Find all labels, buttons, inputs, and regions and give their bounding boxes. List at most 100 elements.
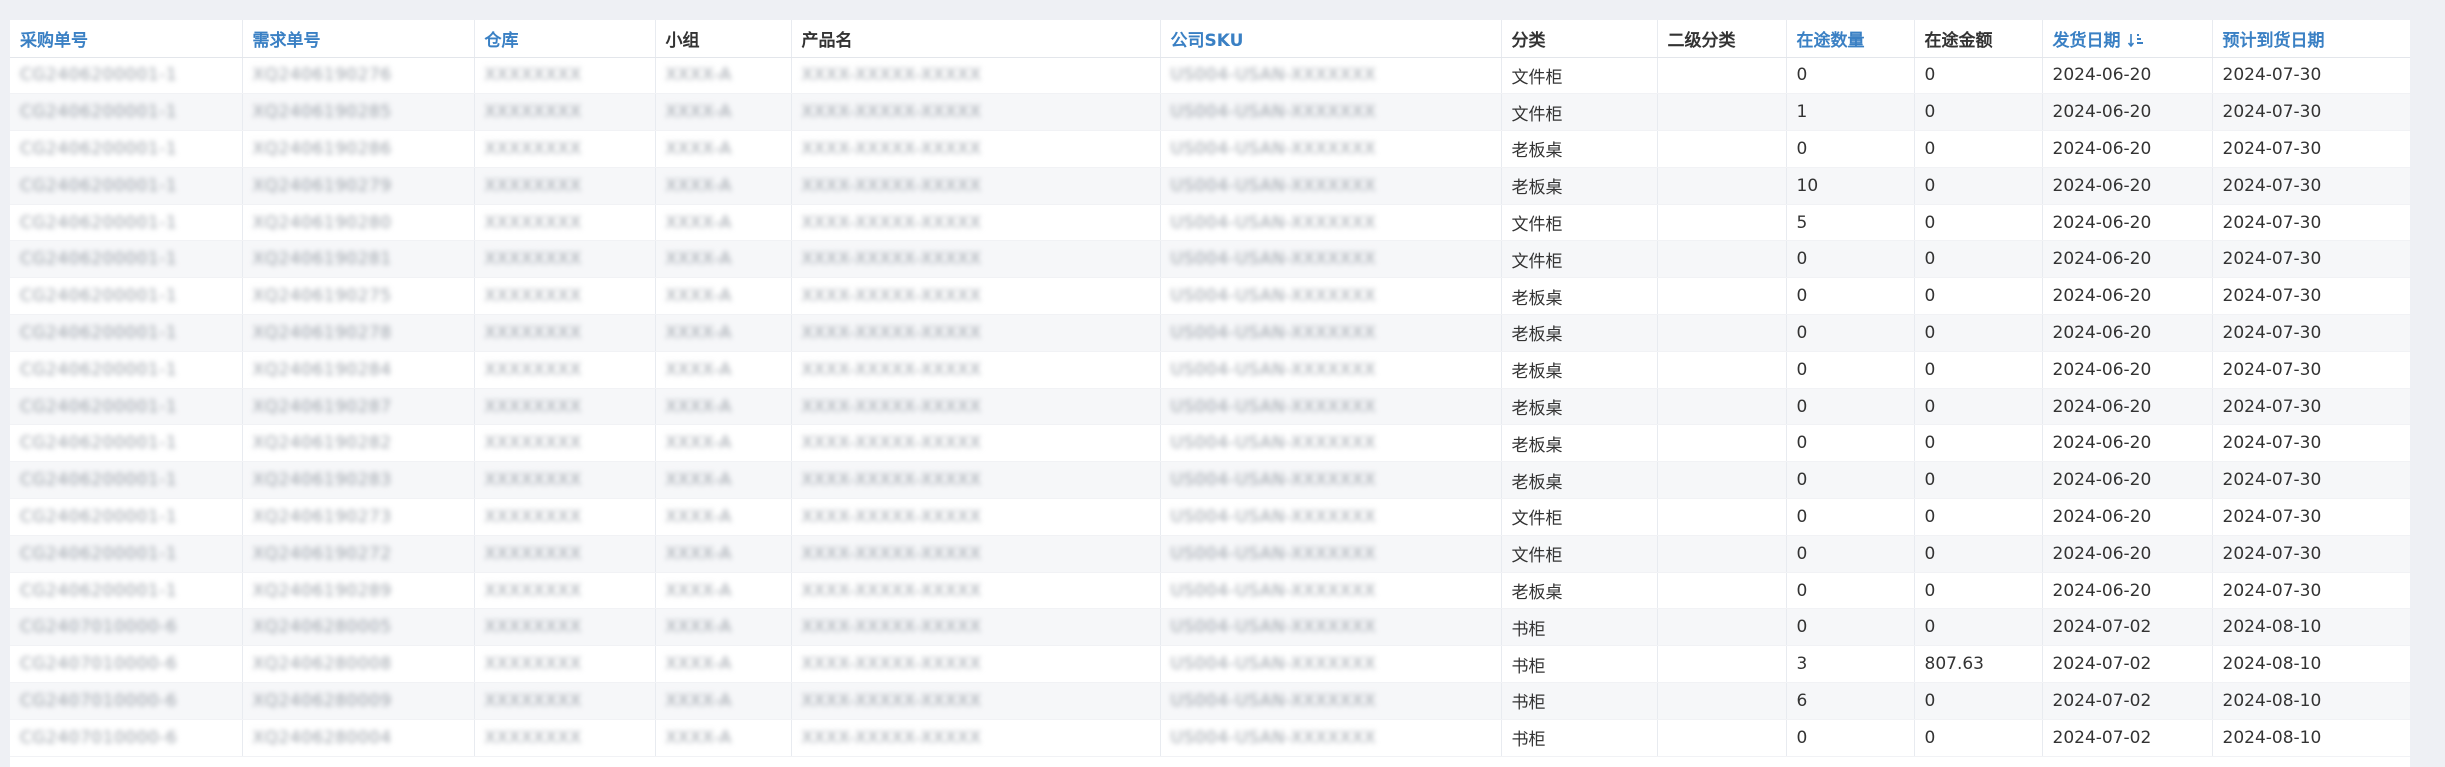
cell-request-number: XQ2406190278 <box>242 314 475 352</box>
cell-warehouse-text: XXXXXXXX <box>484 102 582 123</box>
cell-transit-amount: 0 <box>1914 682 2043 720</box>
table-row[interactable]: CG2407010000-6 XQ2406280004 XXXXXXXX XXXX-A… <box>10 719 2410 757</box>
cell-product-name: XXXX-XXXXX-XXXXX <box>791 351 1161 389</box>
cell-transit-qty-text: 6 <box>1796 690 1808 711</box>
cell-transit-qty: 0 <box>1786 388 1915 426</box>
cell-transit-amount-text: 0 <box>1924 396 1936 417</box>
cell-ship-date: 2024-06-20 <box>2042 204 2213 242</box>
cell-warehouse: XXXXXXXX <box>474 535 656 573</box>
sort-descending-icon[interactable] <box>2127 32 2145 50</box>
cell-company-sku: US004-USAN-XXXXXXX <box>1160 93 1502 132</box>
cell-warehouse: XXXXXXXX <box>474 388 656 426</box>
cell-request-number-text: XQ2406190284 <box>252 359 392 380</box>
cell-warehouse: XXXXXXXX <box>474 204 656 242</box>
cell-request-number-text: XQ2406190282 <box>252 433 392 454</box>
cell-ship-date-text: 2024-06-20 <box>2052 175 2152 196</box>
header-request-number[interactable]: 需求单号 <box>242 20 475 58</box>
cell-category: 书柜 <box>1501 608 1658 647</box>
table-row[interactable]: CG2406200001-1 XQ2406190272 XXXXXXXX XXXX-A… <box>10 535 2410 573</box>
table-row[interactable]: CG2406200001-1 XQ2406190283 XXXXXXXX XXXX-A… <box>10 461 2410 500</box>
table-row[interactable]: CG2406200001-1 XQ2406190282 XXXXXXXX XXXX-A… <box>10 424 2410 463</box>
header-eta-date[interactable]: 预计到货日期 <box>2212 20 2410 58</box>
cell-category-text: 文件柜 <box>1511 509 1563 530</box>
cell-eta-date: 2024-07-30 <box>2212 204 2410 242</box>
cell-category-text: 文件柜 <box>1511 67 1563 88</box>
cell-ship-date: 2024-06-20 <box>2042 351 2213 389</box>
cell-group: XXXX-A <box>655 240 792 279</box>
cell-product-name: XXXX-XXXXX-XXXXX <box>791 167 1161 205</box>
cell-group: XXXX-A <box>655 498 792 536</box>
header-company-sku[interactable]: 公司SKU <box>1160 20 1502 58</box>
cell-category-text: 老板桌 <box>1511 325 1563 346</box>
table-row[interactable]: CG2406200001-1 XQ2406190281 XXXXXXXX XXXX-A… <box>10 240 2410 279</box>
table-row[interactable]: CG2406200001-1 XQ2406190284 XXXXXXXX XXXX-A… <box>10 351 2410 389</box>
cell-group-text: XXXX-A <box>665 359 732 380</box>
cell-group: XXXX-A <box>655 608 792 647</box>
cell-product-name-text: XXXX-XXXXX-XXXXX <box>801 470 982 491</box>
cell-category: 文件柜 <box>1501 57 1658 95</box>
cell-request-number-text: XQ2406190278 <box>252 322 392 343</box>
cell-eta-date: 2024-07-30 <box>2212 57 2410 95</box>
cell-subcategory <box>1657 719 1787 757</box>
cell-warehouse: XXXXXXXX <box>474 93 656 132</box>
cell-transit-amount: 0 <box>1914 535 2043 573</box>
cell-company-sku-text: US004-USAN-XXXXXXX <box>1170 249 1377 270</box>
cell-transit-amount-text: 0 <box>1924 249 1936 270</box>
cell-product-name-text: XXXX-XXXXX-XXXXX <box>801 322 982 343</box>
table-row[interactable]: CG2406200001-1 XQ2406190280 XXXXXXXX XXXX-A… <box>10 204 2410 242</box>
table-row[interactable]: CG2406200001-1 XQ2406190279 XXXXXXXX XXXX-A… <box>10 167 2410 205</box>
cell-ship-date: 2024-07-02 <box>2042 719 2213 757</box>
cell-warehouse-text: XXXXXXXX <box>484 322 582 343</box>
cell-warehouse: XXXXXXXX <box>474 130 656 168</box>
cell-product-name-text: XXXX-XXXXX-XXXXX <box>801 433 982 454</box>
table-row[interactable]: CG2406200001-1 XQ2406190285 XXXXXXXX XXXX-A… <box>10 93 2410 132</box>
cell-product-name: XXXX-XXXXX-XXXXX <box>791 130 1161 168</box>
cell-eta-date: 2024-07-30 <box>2212 314 2410 352</box>
header-ship-date[interactable]: 发货日期 <box>2042 20 2213 58</box>
table-row[interactable]: CG2407010000-6 XQ2406280009 XXXXXXXX XXXX-A… <box>10 682 2410 720</box>
cell-request-number-text: XQ2406190273 <box>252 506 392 527</box>
cell-transit-qty: 0 <box>1786 57 1915 95</box>
cell-transit-amount-text: 0 <box>1924 286 1936 307</box>
cell-ship-date-text: 2024-07-02 <box>2052 654 2152 675</box>
cell-category-text: 文件柜 <box>1511 104 1563 125</box>
cell-company-sku-text: US004-USAN-XXXXXXX <box>1170 470 1377 491</box>
cell-po-number: CG2406200001-1 <box>10 93 243 132</box>
table-row[interactable]: CG2407010000-6 XQ2406280008 XXXXXXXX XXXX-A… <box>10 645 2410 684</box>
cell-request-number: XQ2406190284 <box>242 351 475 389</box>
cell-transit-qty: 10 <box>1786 167 1915 205</box>
cell-transit-qty: 0 <box>1786 535 1915 573</box>
cell-group: XXXX-A <box>655 204 792 242</box>
table-row[interactable]: CG2406200001-1 XQ2406190273 XXXXXXXX XXXX-A… <box>10 498 2410 536</box>
cell-ship-date-text: 2024-06-20 <box>2052 286 2152 307</box>
cell-transit-qty-text: 3 <box>1796 654 1808 675</box>
cell-transit-amount: 0 <box>1914 719 2043 757</box>
table-row[interactable]: CG2406200001-1 XQ2406190287 XXXXXXXX XXXX-A… <box>10 388 2410 426</box>
table-row[interactable]: CG2406200001-1 XQ2406190286 XXXXXXXX XXXX-A… <box>10 130 2410 168</box>
cell-transit-amount-text: 0 <box>1924 212 1936 233</box>
cell-product-name-text: XXXX-XXXXX-XXXXX <box>801 396 982 417</box>
cell-request-number: XQ2406280005 <box>242 608 475 647</box>
cell-po-number-text: CG2406200001-1 <box>20 543 178 564</box>
cell-warehouse: XXXXXXXX <box>474 608 656 647</box>
cell-subcategory <box>1657 498 1787 536</box>
cell-eta-date: 2024-07-30 <box>2212 93 2410 132</box>
cell-transit-amount-text: 0 <box>1924 359 1936 380</box>
table-row[interactable]: CG2406200001-1 XQ2406190289 XXXXXXXX XXXX-A… <box>10 572 2410 610</box>
header-warehouse[interactable]: 仓库 <box>474 20 656 58</box>
cell-company-sku: US004-USAN-XXXXXXX <box>1160 645 1502 684</box>
cell-category: 书柜 <box>1501 719 1658 757</box>
table-row[interactable]: CG2406200001-1 XQ2406190278 XXXXXXXX XXXX-A… <box>10 314 2410 352</box>
cell-ship-date-text: 2024-06-20 <box>2052 138 2152 159</box>
table-row[interactable]: CG2406200001-1 XQ2406190275 XXXXXXXX XXXX-A… <box>10 277 2410 316</box>
cell-company-sku-text: US004-USAN-XXXXXXX <box>1170 617 1377 638</box>
header-transit-qty[interactable]: 在途数量 <box>1786 20 1915 58</box>
table-row[interactable]: CG2407010000-6 XQ2406280005 XXXXXXXX XXXX-A… <box>10 608 2410 647</box>
cell-transit-qty: 0 <box>1786 277 1915 316</box>
cell-request-number-text: XQ2406280005 <box>252 617 392 638</box>
table-row[interactable]: CG2406200001-1 XQ2406190276 XXXXXXXX XXXX-A… <box>10 57 2410 95</box>
header-po-number[interactable]: 采购单号 <box>10 20 243 58</box>
cell-category-text: 老板桌 <box>1511 178 1563 199</box>
cell-warehouse: XXXXXXXX <box>474 314 656 352</box>
cell-company-sku-text: US004-USAN-XXXXXXX <box>1170 286 1377 307</box>
